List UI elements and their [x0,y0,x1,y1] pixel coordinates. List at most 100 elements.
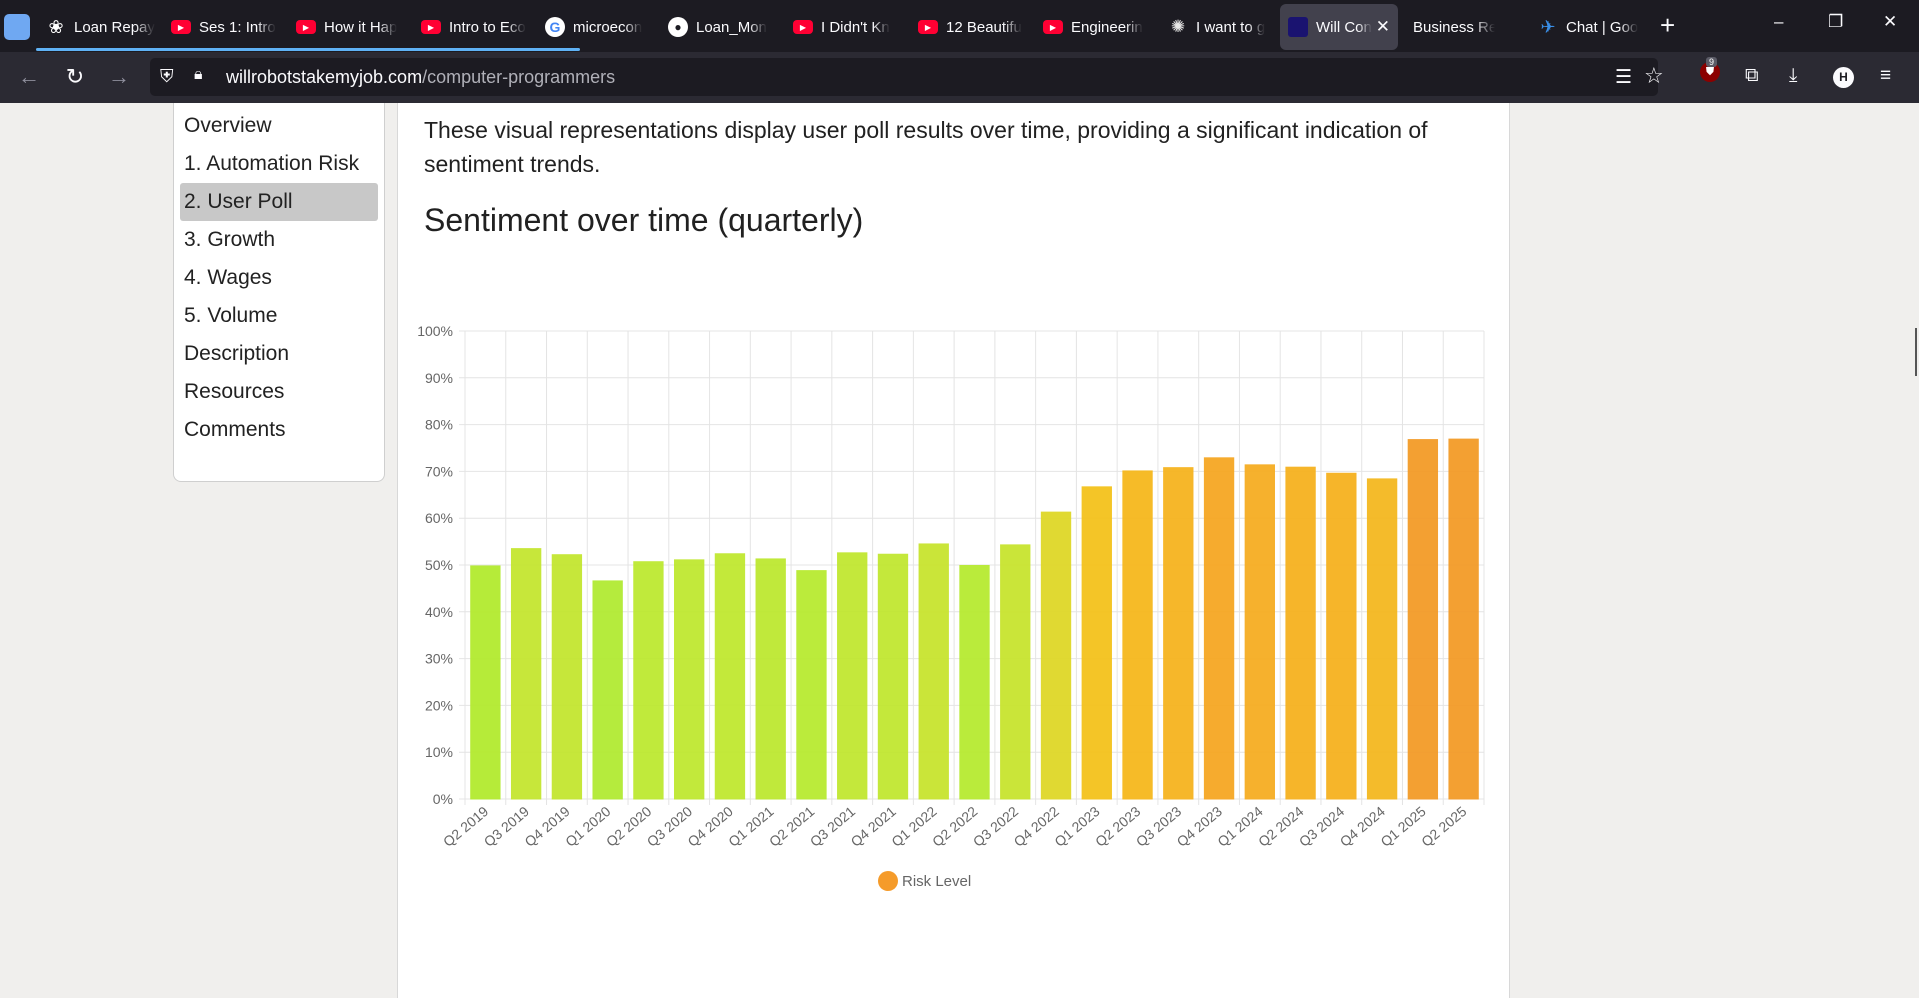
url-path: /computer-programmers [422,67,616,87]
toc-item[interactable]: 2. User Poll [180,183,378,221]
google-icon: G [545,17,565,37]
chart-bar [837,552,868,800]
chart-bar [551,554,583,800]
url-bar[interactable]: ⛨ 🔒︎ willrobotstakemyjob.com/computer-pr… [150,58,1664,96]
youtube-icon: ▶ [918,20,938,34]
chart-bar [470,565,501,800]
chart-bar [1000,544,1031,800]
new-tab-button[interactable]: + [1660,10,1675,41]
menu-hamburger-icon[interactable]: ≡ [1880,65,1891,87]
restore-icon[interactable]: ❐ [1828,12,1843,32]
browser-tab[interactable]: ▶ 12 Beautifu [910,4,1030,50]
y-tick-label: 20% [425,697,453,713]
browser-tab[interactable]: Will Con ✕ [1280,4,1398,50]
chart-bar [674,559,705,800]
browser-tab[interactable]: ▶ How it Hap [288,4,408,50]
url-domain: willrobotstakemyjob.com [226,67,423,87]
chart-bar [1122,470,1153,800]
tab-title: I Didn't Kn [821,18,890,36]
y-tick-label: 70% [425,463,453,479]
youtube-icon: ▶ [296,20,316,34]
table-of-contents: Overview 1. Automation Risk 2. User Poll 3.… [173,103,385,482]
downloads-icon[interactable]: ⤓ [1789,65,1797,87]
web-page: Overview 1. Automation Risk 2. User Poll 3.… [0,103,1919,998]
tab-title: How it Hap [324,18,398,36]
minimize-icon[interactable]: – [1774,12,1783,32]
browser-tab[interactable]: ▶ Ses 1: Intro [163,4,283,50]
y-tick-label: 50% [425,557,453,573]
y-tick-label: 0% [433,791,453,807]
lock-icon[interactable]: 🔒︎ [194,66,203,84]
intro-paragraph: These visual representations display use… [424,117,1428,177]
extensions-puzzle-icon[interactable]: ⧉ [1745,65,1759,87]
claude-icon: ✺ [1170,17,1186,36]
tab-loading-indicator [36,48,580,51]
browser-tab[interactable]: ▶ Engineerin [1035,4,1155,50]
browser-tab[interactable]: Gmicroecon [537,4,655,50]
chart-bar [1203,457,1235,800]
reload-icon[interactable]: ↻ [62,64,88,90]
y-tick-label: 90% [425,370,453,386]
site-icon [1288,17,1308,37]
reader-view-icon[interactable]: ☰ [1615,66,1632,89]
toc-item[interactable]: 5. Volume [180,297,378,335]
toc-item[interactable]: Overview [180,107,378,145]
tab-title: Loan Repay [74,18,155,36]
chart-bar [1326,472,1357,800]
y-tick-label: 60% [425,510,453,526]
toc-item[interactable]: 4. Wages [180,259,378,297]
toc-item[interactable]: 3. Growth [180,221,378,259]
browser-tab[interactable]: ▶ I Didn't Kn [785,4,905,50]
forward-arrow-icon[interactable]: → [106,64,132,90]
chart-bar [714,553,746,800]
chart-bar [1366,478,1398,800]
x-tick-label: Q1 2022 [888,803,940,850]
chart-bar [796,570,827,800]
browser-tab[interactable]: Business Repor [1405,4,1525,50]
toc-item[interactable]: Description [180,335,378,373]
tab-title: 12 Beautifu [946,18,1022,36]
chart-bar [633,561,664,800]
github-icon: ● [668,17,688,37]
tab-title: I want to g [1196,18,1266,36]
chatbot-icon: ✈ [1540,16,1556,37]
browser-tab[interactable]: ● Loan_Mon [660,4,780,50]
tab-title: Loan_Mon [696,18,767,36]
toc-item[interactable]: Resources [180,373,378,411]
tracking-shield-icon[interactable]: ⛨ [160,66,174,87]
tab-title: Engineerin [1071,18,1143,36]
scrollbar-thumb[interactable] [1915,328,1917,376]
main-content: These visual representations display use… [397,103,1510,998]
section-heading: Sentiment over time (quarterly) [424,202,864,238]
chart-bar [1448,438,1479,800]
chart-bar [1244,464,1275,800]
chart-bar [755,558,786,800]
close-window-icon[interactable]: ✕ [1883,12,1897,32]
browser-tab[interactable]: ✈ Chat | Goo [1530,4,1650,50]
browser-tab[interactable]: ✺ I want to g [1160,4,1275,50]
youtube-icon: ▶ [1043,20,1063,34]
back-arrow-icon[interactable]: ← [16,64,42,90]
close-tab-icon[interactable]: ✕ [1376,17,1390,37]
toc-item[interactable]: Comments [180,411,378,449]
chart-bar [1040,511,1072,800]
chart-bar [877,553,909,800]
tab-title: Intro to Eco [449,18,526,36]
tab-title: Business Repor [1413,18,1495,36]
chart-bar [1285,466,1316,800]
firefox-view-button[interactable] [4,14,30,40]
account-avatar[interactable]: H [1833,67,1854,88]
browser-tab[interactable]: ❀ Loan Repay [38,4,158,50]
tab-strip: ❀ Loan Repay ▶ Ses 1: Intro ▶ How it Hap ▶ Intr… [0,0,1919,52]
youtube-icon: ▶ [793,20,813,34]
extension-badge-count: 9 [1706,57,1718,67]
y-tick-label: 80% [425,417,453,433]
toc-item[interactable]: 1. Automation Risk [180,145,378,183]
sentiment-bar-chart: 0%10%20%30%40%50%60%70%80%90%100%Q2 2019… [417,323,1485,891]
browser-tab[interactable]: ▶ Intro to Eco [413,4,533,50]
x-tick-label: Q2 2025 [1418,803,1470,850]
bookmark-star-icon[interactable]: ☆ [1644,63,1664,89]
chart-bar [592,580,623,800]
tab-title: Chat | Goo [1566,18,1639,36]
url-text[interactable]: willrobotstakemyjob.com/computer-program… [226,67,615,88]
